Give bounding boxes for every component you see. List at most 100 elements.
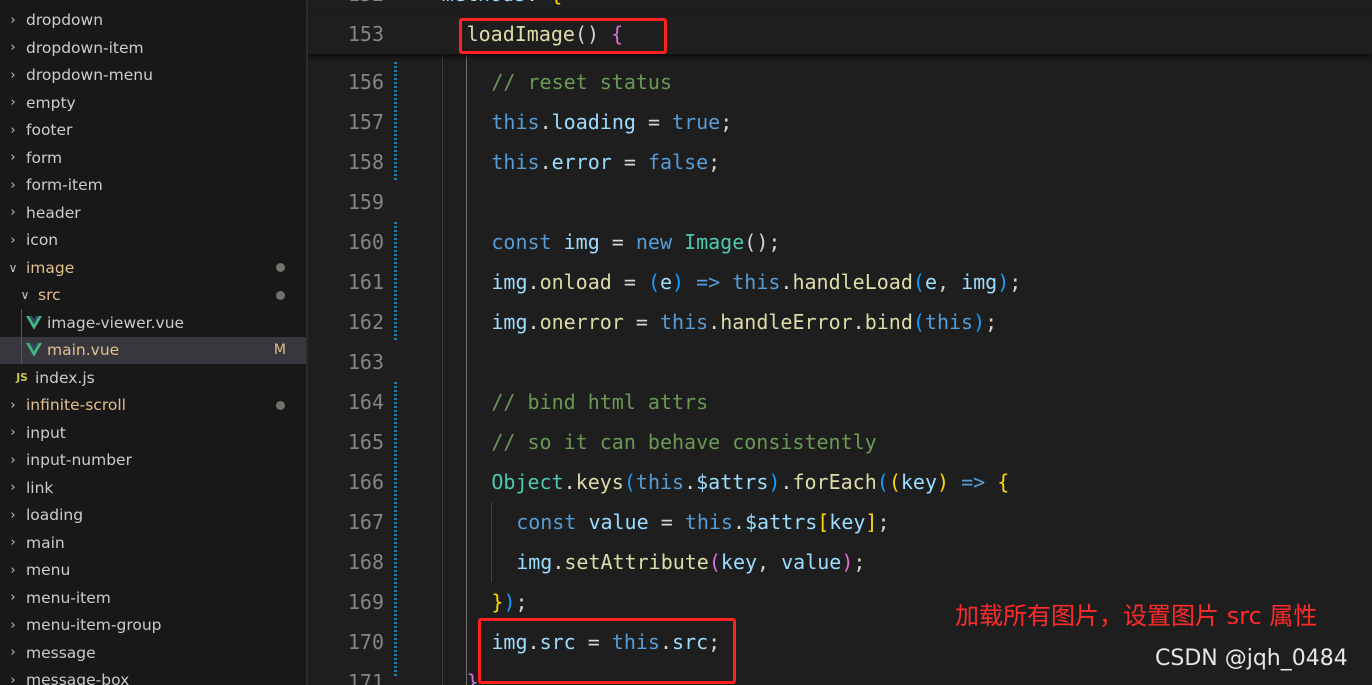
line-number[interactable]: 152 [308, 0, 384, 14]
tree-item[interactable]: › form-item [0, 172, 306, 200]
tree-item[interactable]: JS index.js [0, 364, 306, 392]
tree-item[interactable]: ∨ src [0, 282, 306, 310]
code-text[interactable]: // bind html attrs [491, 382, 708, 422]
tree-item[interactable]: › menu-item-group [0, 612, 306, 640]
line-number[interactable]: 160 [308, 222, 384, 262]
chevron-down-icon[interactable]: ∨ [18, 288, 32, 302]
tree-item[interactable]: › input-number [0, 447, 306, 475]
tree-item[interactable]: › header [0, 199, 306, 227]
chevron-down-icon[interactable]: ∨ [6, 261, 20, 275]
tree-item[interactable]: › dropdown [0, 7, 306, 35]
chevron-right-icon[interactable]: › [6, 150, 20, 165]
chevron-right-icon[interactable]: › [6, 425, 20, 440]
chevron-right-icon[interactable]: › [6, 590, 20, 605]
chevron-right-icon[interactable]: › [6, 563, 20, 578]
code-line[interactable]: 165 // so it can behave consistently [308, 422, 1372, 462]
gutter-modified-marker[interactable] [394, 382, 397, 676]
tree-item[interactable]: main.vue M [0, 336, 306, 364]
code-text[interactable]: // reset status [491, 62, 672, 102]
code-line[interactable]: 161 img.onload = (e) => this.handleLoad(e… [308, 262, 1372, 302]
code-line[interactable]: 163 [308, 342, 1372, 382]
chevron-right-icon[interactable]: › [6, 178, 20, 193]
code-text[interactable]: const img = new Image(); [491, 222, 780, 262]
line-number[interactable]: 165 [308, 422, 384, 462]
tree-item[interactable]: › link [0, 474, 306, 502]
code-text[interactable]: this.error = false; [491, 142, 720, 182]
tree-item[interactable]: › empty [0, 89, 306, 117]
chevron-right-icon[interactable]: › [6, 645, 20, 660]
code-text[interactable]: Object.keys(this.$attrs).forEach((key) =… [491, 462, 1009, 502]
line-number[interactable]: 170 [308, 622, 384, 662]
code-line[interactable]: 157 this.loading = true; [308, 102, 1372, 142]
line-number[interactable]: 169 [308, 582, 384, 622]
chevron-right-icon[interactable]: › [6, 40, 20, 55]
code-text[interactable]: this.loading = true; [491, 102, 732, 142]
code-line[interactable]: 156 // reset status [308, 62, 1372, 102]
line-number[interactable]: 171 [308, 662, 384, 685]
tree-item[interactable]: › message-box [0, 667, 306, 685]
tree-item[interactable]: › icon [0, 227, 306, 255]
chevron-right-icon[interactable]: › [6, 398, 20, 413]
code-text[interactable]: const value = this.$attrs[key]; [516, 502, 889, 542]
code-line[interactable]: 162 img.onerror = this.handleError.bind(t… [308, 302, 1372, 342]
code-text[interactable]: } [467, 662, 479, 685]
tree-item[interactable]: › form [0, 144, 306, 172]
line-number[interactable]: 162 [308, 302, 384, 342]
tree-item[interactable]: › dropdown-menu [0, 62, 306, 90]
code-line[interactable]: 158 this.error = false; [308, 142, 1372, 182]
line-number[interactable]: 163 [308, 342, 384, 382]
code-line[interactable]: 168 img.setAttribute(key, value); [308, 542, 1372, 582]
chevron-right-icon[interactable]: › [6, 123, 20, 138]
line-number[interactable]: 168 [308, 542, 384, 582]
line-number[interactable]: 164 [308, 382, 384, 422]
line-number[interactable]: 167 [308, 502, 384, 542]
code-editor[interactable]: 152methods: {153loadImage() {156// reset… [308, 0, 1372, 685]
chevron-right-icon[interactable]: › [6, 508, 20, 523]
line-number[interactable]: 159 [308, 182, 384, 222]
vue-file-icon [26, 315, 42, 330]
gutter-modified-marker[interactable] [394, 222, 397, 342]
chevron-right-icon[interactable]: › [6, 480, 20, 495]
line-number[interactable]: 166 [308, 462, 384, 502]
chevron-right-icon[interactable]: › [6, 233, 20, 248]
code-line[interactable]: 160 const img = new Image(); [308, 222, 1372, 262]
code-text[interactable]: methods: { [442, 0, 562, 14]
code-line[interactable]: 166 Object.keys(this.$attrs).forEach((key… [308, 462, 1372, 502]
line-number[interactable]: 157 [308, 102, 384, 142]
tree-item[interactable]: › main [0, 529, 306, 557]
code-text[interactable]: }); [491, 582, 527, 622]
line-number[interactable]: 161 [308, 262, 384, 302]
code-line[interactable]: 152 methods: { [308, 0, 1372, 14]
chevron-right-icon[interactable]: › [6, 205, 20, 220]
tree-item[interactable]: image-viewer.vue [0, 309, 306, 337]
code-line[interactable]: 167 const value = this.$attrs[key]; [308, 502, 1372, 542]
line-number[interactable]: 158 [308, 142, 384, 182]
chevron-right-icon[interactable]: › [6, 95, 20, 110]
tree-item[interactable]: › menu [0, 557, 306, 585]
tree-item[interactable]: › menu-item [0, 584, 306, 612]
tree-item[interactable]: ∨ image [0, 254, 306, 282]
code-text[interactable]: img.setAttribute(key, value); [516, 542, 865, 582]
code-text[interactable]: img.onload = (e) => this.handleLoad(e, i… [491, 262, 1021, 302]
chevron-right-icon[interactable]: › [6, 618, 20, 633]
code-line[interactable]: 164 // bind html attrs [308, 382, 1372, 422]
tree-item[interactable]: › dropdown-item [0, 34, 306, 62]
line-number[interactable]: 153 [308, 14, 384, 54]
chevron-right-icon[interactable]: › [6, 13, 20, 28]
tree-item[interactable]: › input [0, 419, 306, 447]
code-text[interactable]: // so it can behave consistently [491, 422, 876, 462]
line-number[interactable]: 156 [308, 62, 384, 102]
code-line[interactable]: 159 [308, 182, 1372, 222]
chevron-right-icon[interactable]: › [6, 535, 20, 550]
chevron-right-icon[interactable]: › [6, 673, 20, 685]
code-text[interactable]: img.onerror = this.handleError.bind(this… [491, 302, 997, 342]
tree-item[interactable]: › message [0, 639, 306, 667]
tree-item[interactable]: › infinite-scroll [0, 392, 306, 420]
code-token: $attrs [696, 470, 769, 494]
chevron-right-icon[interactable]: › [6, 68, 20, 83]
gutter-modified-marker[interactable] [394, 62, 397, 182]
tree-item[interactable]: › loading [0, 502, 306, 530]
file-explorer: › dropdown › dropdown-item › dropdown-menu › em… [0, 0, 306, 685]
chevron-right-icon[interactable]: › [6, 453, 20, 468]
tree-item[interactable]: › footer [0, 117, 306, 145]
